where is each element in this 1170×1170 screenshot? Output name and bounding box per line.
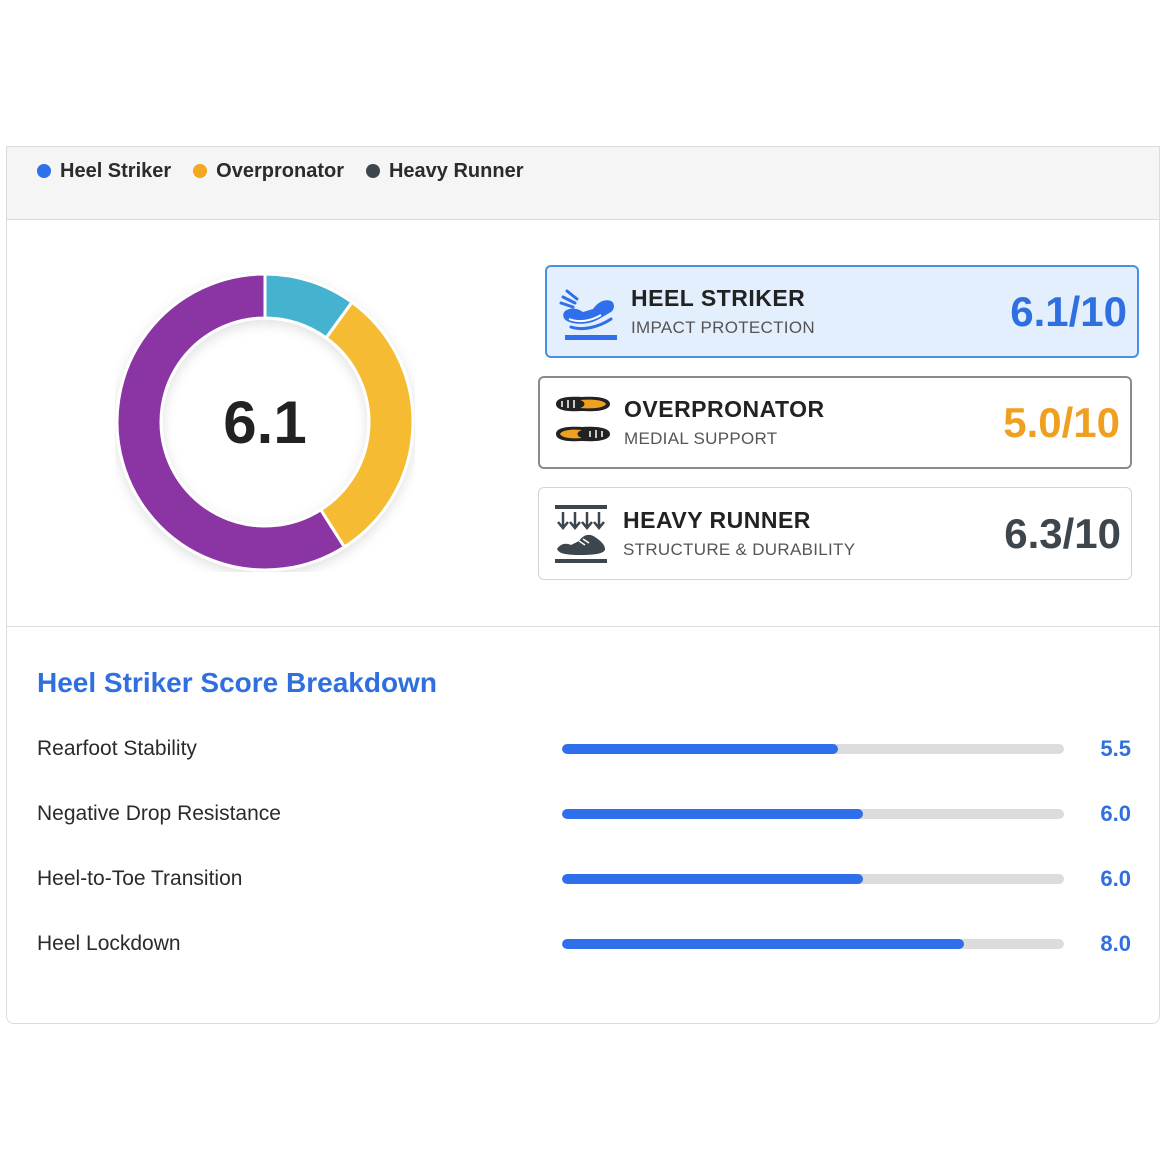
insole-icon xyxy=(556,396,610,441)
row-label: Heel Lockdown xyxy=(37,932,181,955)
legend-bar: Heel Striker Overpronator Heavy Runner xyxy=(7,147,1159,220)
legend-label: Heel Striker xyxy=(60,159,172,182)
card-title: OVERPRONATOR xyxy=(624,396,825,422)
card-overpronator[interactable]: OVERPRONATOR MEDIAL SUPPORT 5.0/10 xyxy=(538,376,1132,469)
card-subtitle: STRUCTURE & DURABILITY xyxy=(623,540,856,559)
donut-center-value: 6.1 xyxy=(223,388,307,456)
card-text: HEEL STRIKER IMPACT PROTECTION xyxy=(631,285,1010,338)
row-label: Heel-to-Toe Transition xyxy=(37,867,243,890)
legend-dot xyxy=(365,164,380,178)
legend-label: Heavy Runner xyxy=(388,159,524,182)
card-text: HEAVY RUNNER STRUCTURE & DURABILITY xyxy=(623,507,1004,560)
card-subtitle: MEDIAL SUPPORT xyxy=(624,429,778,448)
heavy-runner-icon xyxy=(555,504,607,563)
row-label: Rearfoot Stability xyxy=(37,737,197,760)
overview-section: 6.1 HEEL STRIKER IMPACT PROTECTION 6.1/1… xyxy=(7,220,1159,627)
breakdown-row-heel-lockdown: Heel Lockdown 8.0 xyxy=(37,929,1131,959)
card-title: HEAVY RUNNER xyxy=(623,507,811,533)
breakdown-row-heel-to-toe-transition: Heel-to-Toe Transition 6.0 xyxy=(37,864,1131,894)
row-value: 8.0 xyxy=(1100,931,1131,956)
progress-track xyxy=(562,744,1064,754)
progress-fill xyxy=(562,744,839,754)
progress-fill xyxy=(562,874,864,884)
progress-fill xyxy=(562,809,864,819)
row-value: 6.0 xyxy=(1100,801,1131,826)
legend-dot xyxy=(37,164,51,178)
progress-track xyxy=(562,809,1064,819)
card-score: 6.3/10 xyxy=(1004,509,1121,557)
breakdown-row-negative-drop-resistance: Negative Drop Resistance 6.0 xyxy=(37,799,1131,829)
breakdown-title: Heel Striker Score Breakdown xyxy=(37,667,437,698)
score-panel: Heel Striker Overpronator Heavy Runner 6… xyxy=(6,146,1160,1024)
progress-fill xyxy=(562,939,964,949)
row-label: Negative Drop Resistance xyxy=(37,802,281,825)
card-subtitle: IMPACT PROTECTION xyxy=(631,318,815,337)
heel-striker-icon xyxy=(559,289,617,340)
score-donut-chart: 6.1 xyxy=(115,272,415,572)
card-title: HEEL STRIKER xyxy=(631,285,806,311)
progress-track xyxy=(562,874,1064,884)
legend-item-heavy-runner[interactable]: Heavy Runner xyxy=(365,159,524,183)
legend-item-heel-striker[interactable]: Heel Striker xyxy=(37,160,171,183)
progress-track xyxy=(562,939,1064,949)
row-value: 6.0 xyxy=(1100,866,1131,891)
row-value: 5.5 xyxy=(1100,736,1131,761)
card-score: 5.0/10 xyxy=(1003,398,1120,446)
card-heel-striker[interactable]: HEEL STRIKER IMPACT PROTECTION 6.1/10 xyxy=(545,265,1139,358)
card-score: 6.1/10 xyxy=(1010,287,1127,335)
card-text: OVERPRONATOR MEDIAL SUPPORT xyxy=(624,396,1003,449)
breakdown-row-rearfoot-stability: Rearfoot Stability 5.5 xyxy=(37,734,1131,764)
legend-label: Overpronator xyxy=(216,159,344,182)
card-heavy-runner[interactable]: HEAVY RUNNER STRUCTURE & DURABILITY 6.3/… xyxy=(538,487,1132,580)
legend-dot xyxy=(193,164,208,178)
legend-item-overpronator[interactable]: Overpronator xyxy=(193,160,344,183)
